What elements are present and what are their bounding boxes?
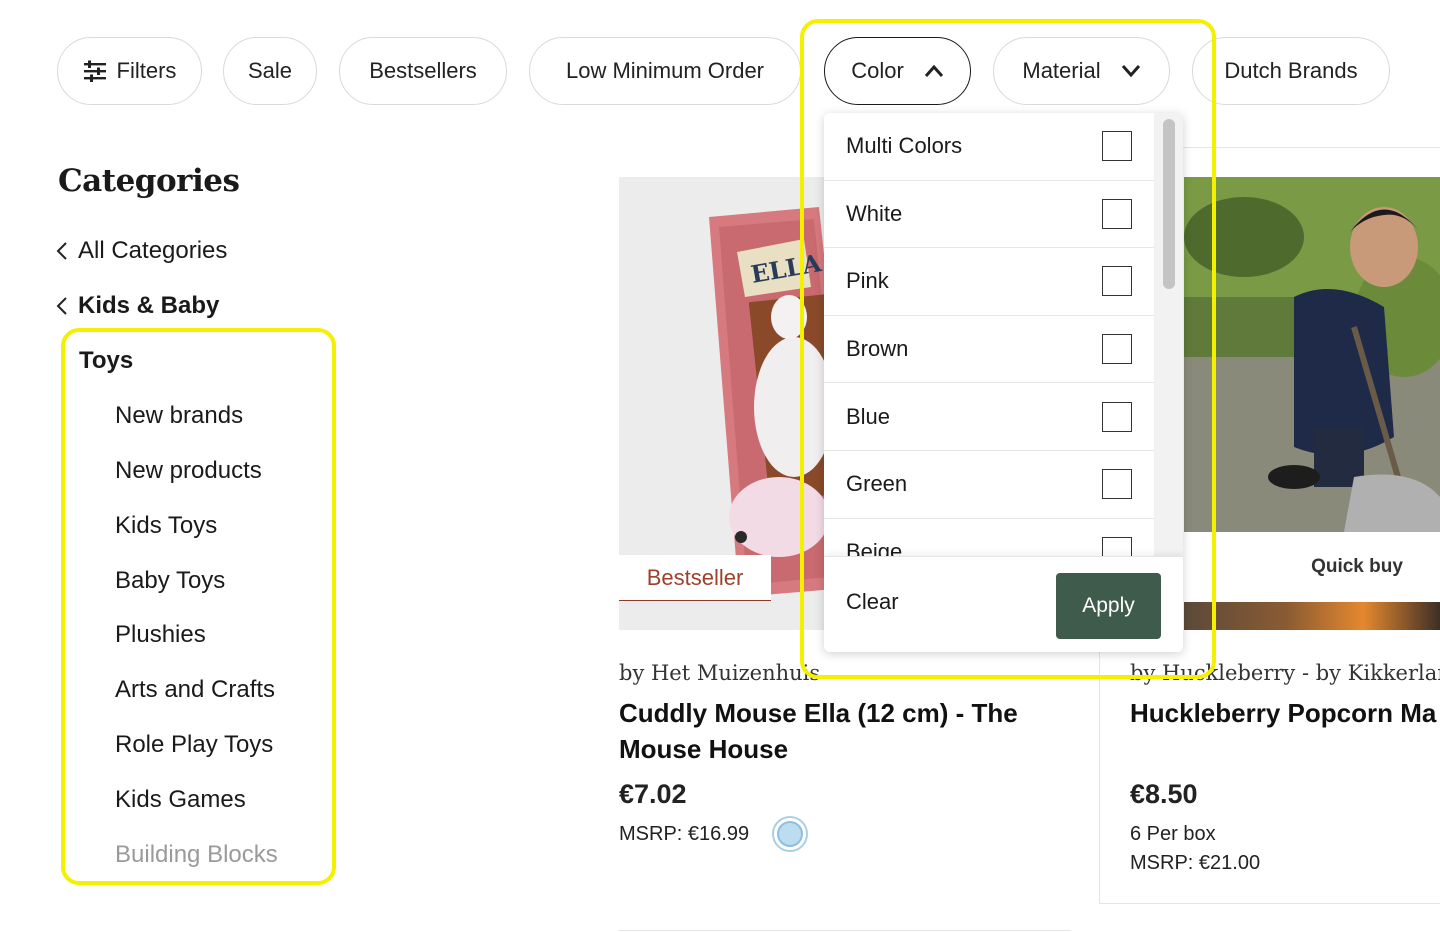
bestsellers-filter-button[interactable]: Bestsellers — [339, 37, 507, 105]
all-categories-label: All Categories — [78, 237, 228, 264]
checkbox[interactable] — [1102, 131, 1132, 162]
color-option-blue[interactable]: Blue — [824, 383, 1154, 451]
sidebar-item-kids-games[interactable]: Kids Games — [115, 786, 246, 814]
scrollbar-thumb[interactable] — [1163, 119, 1175, 289]
dutch-brands-label: Dutch Brands — [1224, 58, 1358, 83]
color-options-list[interactable]: Multi Colors White Pink Brown Blue Green… — [824, 113, 1154, 556]
checkbox[interactable] — [1102, 266, 1132, 297]
color-dropdown: Multi Colors White Pink Brown Blue Green… — [824, 113, 1183, 652]
color-option-beige[interactable]: Beige — [824, 519, 1154, 556]
color-option-brown[interactable]: Brown — [824, 316, 1154, 384]
checkbox[interactable] — [1102, 198, 1132, 229]
current-category-toys[interactable]: Toys — [79, 347, 133, 375]
material-filter-button[interactable]: Material — [993, 37, 1170, 105]
checkbox[interactable] — [1102, 334, 1132, 365]
divider — [619, 930, 1071, 931]
sidebar-item-new-brands[interactable]: New brands — [115, 402, 243, 430]
color-filter-button[interactable]: Color — [824, 37, 971, 105]
categories-title: Categories — [58, 163, 240, 199]
product-name-line2: Mouse House — [619, 734, 789, 764]
checkbox[interactable] — [1102, 536, 1132, 556]
sidebar-item-new-products[interactable]: New products — [115, 457, 262, 485]
apply-button[interactable]: Apply — [1056, 573, 1161, 639]
child-outdoor-photo — [1184, 177, 1440, 532]
option-label: Beige — [846, 538, 903, 556]
product-msrp: MSRP: €16.99 — [619, 823, 750, 845]
product-msrp: MSRP: €21.00 — [1130, 852, 1261, 874]
material-label: Material — [1022, 58, 1101, 83]
kids-baby-label: Kids & Baby — [78, 292, 220, 319]
sale-filter-button[interactable]: Sale — [223, 37, 317, 105]
product-price: €7.02 — [619, 779, 687, 809]
all-categories-link[interactable]: All Categories — [56, 237, 227, 265]
quick-buy-button[interactable]: Quick buy — [1184, 532, 1440, 602]
sale-label: Sale — [247, 58, 293, 83]
filters-label: Filters — [116, 58, 177, 83]
bestseller-badge: Bestseller — [619, 555, 771, 601]
bestsellers-label: Bestsellers — [369, 58, 477, 83]
low-minimum-order-filter-button[interactable]: Low Minimum Order — [529, 37, 801, 105]
product-name[interactable]: Cuddly Mouse Ella (12 cm) - The Mouse Ho… — [619, 695, 1059, 767]
product-name-line1: Cuddly Mouse Ella (12 cm) - The — [619, 698, 1018, 728]
product-per-box: 6 Per box — [1130, 823, 1216, 845]
product-image-huckleberry[interactable] — [1184, 177, 1440, 532]
option-label: White — [846, 200, 903, 226]
sidebar-item-kids-toys[interactable]: Kids Toys — [115, 512, 217, 540]
product-brand[interactable]: by Het Muizenhuis — [619, 661, 820, 685]
clear-button[interactable]: Clear — [846, 589, 899, 615]
sidebar-item-arts-and-crafts[interactable]: Arts and Crafts — [115, 676, 275, 704]
checkbox[interactable] — [1102, 401, 1132, 432]
option-label: Blue — [846, 403, 891, 429]
dropdown-footer: Clear Apply — [824, 556, 1183, 652]
checkbox[interactable] — [1102, 469, 1132, 500]
chevron-up-icon — [924, 64, 943, 77]
product-image-strip — [1184, 602, 1440, 630]
color-option-green[interactable]: Green — [824, 451, 1154, 519]
dutch-brands-filter-button[interactable]: Dutch Brands — [1192, 37, 1390, 105]
kids-baby-link[interactable]: Kids & Baby — [56, 292, 219, 320]
dropdown-scrollbar[interactable] — [1154, 113, 1183, 556]
filters-button[interactable]: Filters — [57, 37, 202, 105]
option-label: Pink — [846, 268, 889, 294]
color-option-pink[interactable]: Pink — [824, 248, 1154, 316]
sidebar-item-role-play-toys[interactable]: Role Play Toys — [115, 731, 273, 759]
low-minimum-order-label: Low Minimum Order — [565, 58, 765, 83]
sidebar-item-building-blocks[interactable]: Building Blocks — [115, 841, 278, 869]
option-label: Green — [846, 471, 908, 497]
sidebar-item-plushies[interactable]: Plushies — [115, 621, 206, 649]
sliders-icon — [83, 60, 106, 82]
product-brand[interactable]: by Huckleberry - by Kikkerland — [1130, 661, 1440, 685]
chevron-left-icon — [56, 297, 67, 315]
color-swatch-blue[interactable] — [772, 816, 808, 852]
option-label: Brown — [846, 336, 909, 362]
color-option-multi-colors[interactable]: Multi Colors — [824, 113, 1154, 181]
chevron-left-icon — [56, 242, 67, 260]
chevron-down-icon — [1121, 65, 1140, 78]
sidebar-item-baby-toys[interactable]: Baby Toys — [115, 567, 225, 595]
product-price: €8.50 — [1130, 779, 1198, 809]
product-name[interactable]: Huckleberry Popcorn Ma — [1130, 695, 1440, 731]
option-label: Multi Colors — [846, 133, 963, 159]
color-label: Color — [851, 58, 904, 83]
color-option-white[interactable]: White — [824, 181, 1154, 249]
